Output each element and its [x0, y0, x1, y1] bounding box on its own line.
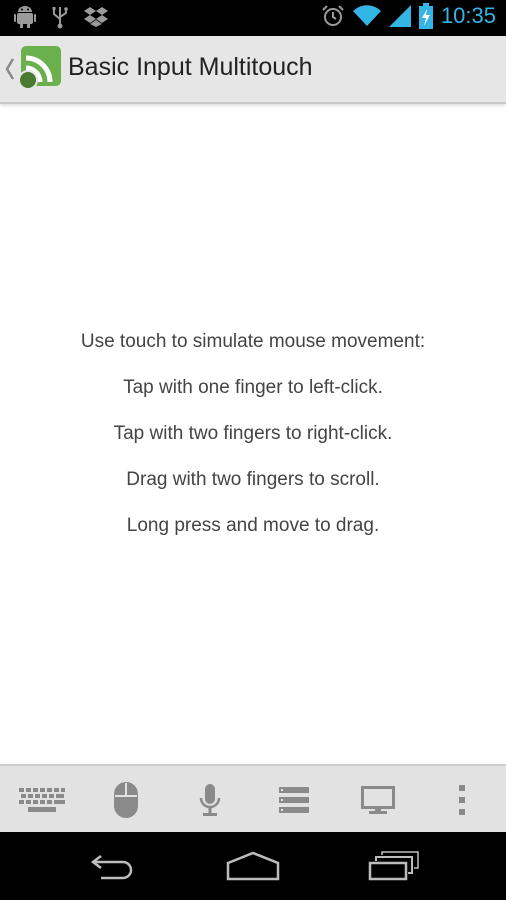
home-button[interactable] — [193, 832, 313, 900]
dropbox-icon — [84, 7, 108, 27]
battery-charging-icon — [418, 3, 433, 29]
wifi-icon — [352, 5, 381, 27]
up-navigation-icon[interactable] — [5, 58, 15, 80]
app-title: Basic Input Multitouch — [68, 53, 313, 81]
back-icon — [90, 855, 133, 880]
recent-apps-icon — [368, 851, 419, 881]
status-time: 10:35 — [440, 3, 496, 28]
instruction-line: Long press and move to drag. — [126, 515, 380, 536]
status-bar: 10:35 — [0, 0, 506, 36]
usb-icon — [52, 7, 68, 29]
keyboard-icon — [19, 788, 65, 812]
app-logo-icon[interactable] — [18, 46, 62, 90]
touch-area[interactable]: Use touch to simulate mouse movement: Ta… — [0, 104, 506, 764]
instruction-line: Use touch to simulate mouse movement: — [80, 331, 426, 352]
microphone-button[interactable] — [168, 766, 252, 834]
list-button[interactable] — [252, 766, 336, 834]
recent-apps-button[interactable] — [334, 832, 454, 900]
notification-icons — [14, 5, 108, 29]
home-icon — [226, 851, 280, 881]
bottom-toolbar — [0, 764, 506, 834]
monitor-button[interactable] — [336, 766, 420, 834]
signal-icon — [388, 5, 411, 27]
monitor-icon — [361, 786, 395, 814]
mouse-button[interactable] — [84, 766, 168, 834]
mouse-icon — [114, 782, 138, 818]
android-debug-icon — [14, 6, 36, 28]
keyboard-button[interactable] — [0, 766, 84, 834]
list-icon — [279, 787, 309, 813]
navigation-bar — [0, 832, 506, 900]
alarm-icon — [322, 5, 344, 26]
overflow-menu-button[interactable] — [420, 766, 504, 834]
overflow-menu-icon — [459, 785, 465, 815]
action-bar: Basic Input Multitouch — [0, 36, 506, 104]
instruction-line: Drag with two fingers to scroll. — [126, 469, 380, 490]
instruction-line: Tap with two fingers to right-click. — [113, 423, 393, 444]
instructions-list: Use touch to simulate mouse movement: Ta… — [0, 332, 506, 562]
system-icons: 10:35 — [321, 3, 496, 29]
microphone-icon — [199, 784, 221, 816]
back-button[interactable] — [53, 832, 173, 900]
instruction-line: Tap with one finger to left-click. — [123, 377, 383, 398]
